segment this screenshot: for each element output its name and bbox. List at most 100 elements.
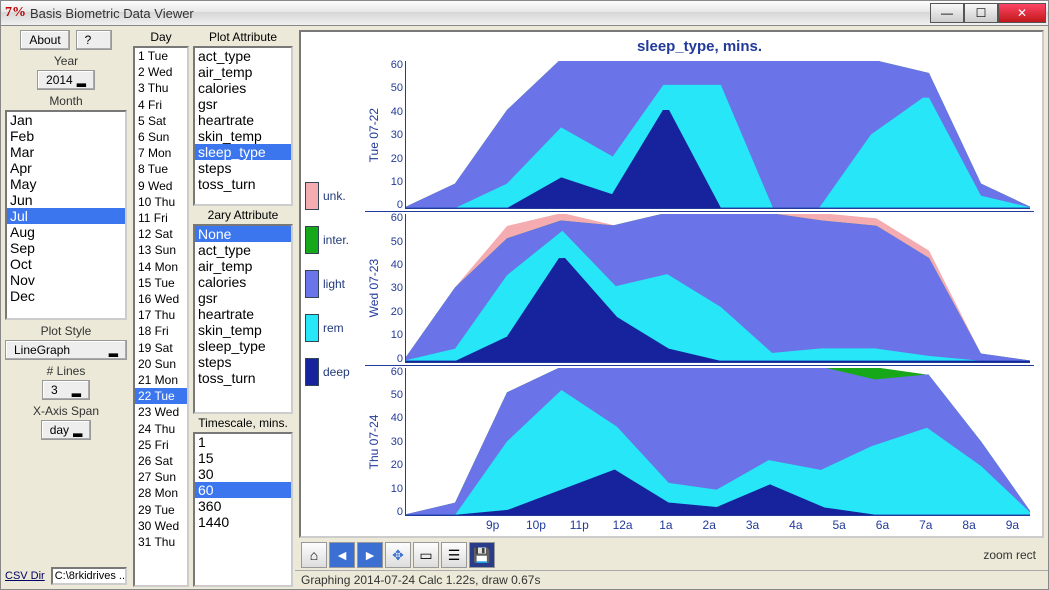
xspan-menu[interactable]: day▂ [41, 420, 92, 440]
list-item[interactable]: 31 Thu [135, 534, 187, 550]
list-item[interactable]: 29 Tue [135, 502, 187, 518]
forward-button[interactable]: ► [357, 542, 383, 568]
list-item[interactable]: 6 Sun [135, 129, 187, 145]
list-item[interactable]: 15 Tue [135, 275, 187, 291]
list-item[interactable]: 28 Mon [135, 485, 187, 501]
list-item[interactable]: 27 Sun [135, 469, 187, 485]
list-item[interactable]: 11 Fri [135, 210, 187, 226]
list-item[interactable]: 7 Mon [135, 145, 187, 161]
nlines-menu[interactable]: 3▂ [42, 380, 90, 400]
list-item[interactable]: Dec [7, 288, 125, 304]
maximize-button[interactable]: ☐ [964, 3, 998, 23]
list-item[interactable]: 30 Wed [135, 518, 187, 534]
config-button[interactable]: ☰ [441, 542, 467, 568]
save-button[interactable]: 💾 [469, 542, 495, 568]
csvdir-field[interactable]: C:\8rkidrives ... [51, 567, 127, 585]
list-item[interactable]: 25 Fri [135, 437, 187, 453]
list-item[interactable]: 3 Thu [135, 80, 187, 96]
back-button[interactable]: ◄ [329, 542, 355, 568]
list-item[interactable]: 13 Sun [135, 242, 187, 258]
list-item[interactable]: sleep_type [195, 338, 291, 354]
list-item[interactable]: skin_temp [195, 322, 291, 338]
list-item[interactable]: Jun [7, 192, 125, 208]
list-item[interactable]: calories [195, 274, 291, 290]
list-item[interactable]: sleep_type [195, 144, 291, 160]
list-item[interactable]: 19 Sat [135, 340, 187, 356]
list-item[interactable]: 5 Sat [135, 113, 187, 129]
list-item[interactable]: 8 Tue [135, 161, 187, 177]
list-item[interactable]: steps [195, 354, 291, 370]
panel-label: Tue 07-22 [365, 59, 383, 211]
list-item[interactable]: 17 Thu [135, 307, 187, 323]
plot-surface[interactable] [405, 61, 1030, 209]
list-item[interactable]: Sep [7, 240, 125, 256]
list-item[interactable]: act_type [195, 48, 291, 64]
plot-surface[interactable] [405, 214, 1030, 362]
list-item[interactable]: May [7, 176, 125, 192]
plotattr-listbox[interactable]: act_typeair_tempcaloriesgsrheartrateskin… [193, 46, 293, 206]
list-item[interactable]: 360 [195, 498, 291, 514]
list-item[interactable]: 10 Thu [135, 194, 187, 210]
list-item[interactable]: 22 Tue [135, 388, 187, 404]
list-item[interactable]: 23 Wed [135, 404, 187, 420]
csvdir-link[interactable]: CSV Dir [5, 570, 45, 582]
list-item[interactable]: 12 Sat [135, 226, 187, 242]
list-item[interactable]: gsr [195, 96, 291, 112]
list-item[interactable]: 21 Mon [135, 372, 187, 388]
list-item[interactable]: calories [195, 80, 291, 96]
list-item[interactable]: air_temp [195, 258, 291, 274]
list-item[interactable]: 60 [195, 482, 291, 498]
list-item[interactable]: Nov [7, 272, 125, 288]
list-item[interactable]: 14 Mon [135, 259, 187, 275]
list-item[interactable]: steps [195, 160, 291, 176]
list-item[interactable]: toss_turn [195, 176, 291, 192]
list-item[interactable]: 1 Tue [135, 48, 187, 64]
day-listbox[interactable]: 1 Tue2 Wed3 Thu4 Fri5 Sat6 Sun7 Mon8 Tue… [133, 46, 189, 587]
list-item[interactable]: skin_temp [195, 128, 291, 144]
list-item[interactable]: 1 [195, 434, 291, 450]
list-item[interactable]: Mar [7, 144, 125, 160]
plotstyle-label: Plot Style [41, 324, 92, 338]
list-item[interactable]: 24 Thu [135, 421, 187, 437]
list-item[interactable]: 9 Wed [135, 178, 187, 194]
list-item[interactable]: 16 Wed [135, 291, 187, 307]
list-item[interactable]: 1440 [195, 514, 291, 530]
plot-surface[interactable] [405, 368, 1030, 516]
list-item[interactable]: 20 Sun [135, 356, 187, 372]
month-listbox[interactable]: JanFebMarAprMayJunJulAugSepOctNovDec [5, 110, 127, 320]
list-item[interactable]: Feb [7, 128, 125, 144]
pan-button[interactable]: ✥ [385, 542, 411, 568]
list-item[interactable]: toss_turn [195, 370, 291, 386]
about-button[interactable]: About [20, 30, 69, 50]
list-item[interactable]: 15 [195, 450, 291, 466]
list-item[interactable]: Oct [7, 256, 125, 272]
list-item[interactable]: act_type [195, 242, 291, 258]
list-item[interactable]: Aug [7, 224, 125, 240]
minimize-button[interactable]: — [930, 3, 964, 23]
list-item[interactable]: heartrate [195, 306, 291, 322]
zoom-button[interactable]: ▭ [413, 542, 439, 568]
list-item[interactable]: gsr [195, 290, 291, 306]
list-item[interactable]: Jan [7, 112, 125, 128]
help-button[interactable]: ? [76, 30, 112, 50]
home-button[interactable]: ⌂ [301, 542, 327, 568]
list-item[interactable]: Jul [7, 208, 125, 224]
list-item[interactable]: 18 Fri [135, 323, 187, 339]
list-item[interactable]: None [195, 226, 291, 242]
close-button[interactable]: ✕ [998, 3, 1046, 23]
menu-indicator-icon: ▂ [77, 73, 86, 87]
list-item[interactable]: 4 Fri [135, 97, 187, 113]
list-item[interactable]: 30 [195, 466, 291, 482]
list-item[interactable]: Apr [7, 160, 125, 176]
secattr-listbox[interactable]: Noneact_typeair_tempcaloriesgsrheartrate… [193, 224, 293, 414]
timescale-listbox[interactable]: 11530603601440 [193, 432, 293, 587]
menu-indicator-icon: ▂ [109, 343, 118, 357]
list-item[interactable]: air_temp [195, 64, 291, 80]
plotstyle-menu[interactable]: LineGraph▂ [5, 340, 127, 360]
y-tick: 20 [385, 459, 403, 471]
list-item[interactable]: 26 Sat [135, 453, 187, 469]
list-item[interactable]: 2 Wed [135, 64, 187, 80]
year-menu[interactable]: 2014▂ [37, 70, 95, 90]
chart-canvas[interactable]: unk.inter.lightremdeep sleep_type, mins.… [299, 30, 1044, 538]
list-item[interactable]: heartrate [195, 112, 291, 128]
